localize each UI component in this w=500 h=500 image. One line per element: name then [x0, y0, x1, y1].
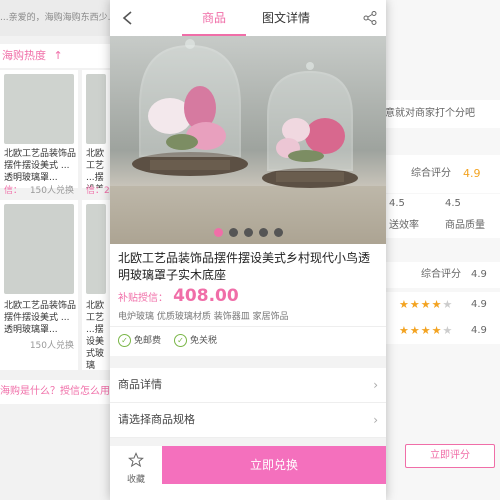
sort-arrow-icon[interactable]: ↑: [54, 49, 63, 62]
list-item-title: 北欧工艺 ...摆设美式玻璃罩...: [86, 301, 105, 370]
star-rating-icon: ★★★★★: [399, 298, 454, 311]
list-item[interactable]: 信：2: [82, 75, 110, 195]
list-item[interactable]: 北欧工艺 ...摆设美式玻璃罩...: [82, 200, 110, 370]
carousel-dot[interactable]: [243, 228, 253, 237]
background-list-screen: ...亲爱的，海购海购东西少... 海购热度 ↑ 北欧工艺品装饰品摆件摆设美式 …: [0, 0, 110, 500]
overall-score-label: 综合评分: [421, 269, 461, 280]
rating-prompt: 意就对商家打个分吧: [385, 100, 500, 128]
section-title: 海购热度 ↑: [0, 44, 110, 68]
background-rating-screen: 意就对商家打个分吧 综合评分 4.9 4.5 送效率 4.5 商品质量 综合评分…: [385, 0, 500, 500]
favorite-label: 收藏: [126, 475, 145, 485]
select-spec-label: 请选择商品规格: [118, 413, 195, 426]
carousel-dot[interactable]: [273, 228, 283, 237]
carousel-dot[interactable]: [228, 228, 238, 237]
tab-product[interactable]: 商品: [182, 0, 246, 36]
favorite-button[interactable]: 收藏: [110, 446, 162, 500]
sub-scores: 4.5 送效率 4.5 商品质量: [385, 194, 500, 238]
share-icon[interactable]: [362, 10, 378, 26]
list-item[interactable]: 北欧工艺品装饰品摆件摆设美式 ...透明玻璃罩... 150人兑换: [0, 200, 78, 370]
product-tags: 电炉玻璃 优质玻璃材质 装饰器皿 家居饰品: [118, 312, 289, 322]
product-image-carousel[interactable]: [110, 36, 386, 244]
product-details-row[interactable]: 商品详情 ›: [110, 368, 386, 403]
overall-score-row-2: 综合评分 4.9: [385, 262, 500, 288]
section-title-label: 海购热度: [2, 49, 46, 62]
overall-score-row: 综合评分 4.9: [385, 155, 500, 193]
carousel-dot[interactable]: [213, 228, 223, 237]
carousel-dot[interactable]: [258, 228, 268, 237]
overall-score-label: 综合评分: [411, 168, 451, 179]
sub-score-label: 商品质量: [445, 220, 485, 231]
list-item-price: 信：: [4, 186, 23, 195]
star-rating-score: 4.9: [471, 299, 487, 310]
section-divider: [110, 356, 386, 368]
check-circle-icon: ✓: [118, 334, 131, 347]
star-rating-row[interactable]: ★★★★★ 4.9: [385, 318, 500, 344]
section-divider: [110, 438, 386, 446]
service-label: 免邮费: [134, 336, 162, 346]
rate-now-button[interactable]: 立即评分: [405, 444, 495, 468]
sub-score-value: 4.5: [389, 198, 405, 209]
overall-score-value: 4.9: [471, 269, 487, 280]
sub-score-label: 送效率: [389, 220, 419, 231]
redeem-now-button[interactable]: 立即兑换: [162, 446, 386, 484]
list-item-count: 150人兑换: [29, 341, 74, 351]
product-title: 北欧工艺品装饰品摆件摆设美式乡村现代小鸟透明玻璃罩子实木底座: [118, 251, 371, 282]
product-detail-screen: 商品 图文详情 北欧工艺品装饰品摆件摆设美式乡村现代小鸟透明玻璃罩子实木底座 补…: [110, 0, 386, 500]
service-free-shipping: ✓ 免邮费: [118, 333, 161, 347]
tab-graphic-details-label: 图文详情: [261, 11, 310, 25]
tab-graphic-details[interactable]: 图文详情: [254, 0, 318, 36]
carousel-indicators: [110, 222, 386, 241]
list-item-title: 北欧工艺品装饰品摆件摆设美式 ...透明玻璃罩...: [4, 301, 77, 335]
service-label: 免关税: [190, 336, 218, 346]
announcement-text: ...亲爱的，海购海购东西少...: [0, 0, 110, 36]
select-spec-row[interactable]: 请选择商品规格 ›: [110, 403, 386, 438]
star-rating-row[interactable]: ★★★★★ 4.9: [385, 292, 500, 318]
product-details-label: 商品详情: [118, 378, 162, 391]
check-circle-icon: ✓: [174, 334, 187, 347]
star-outline-icon: [128, 452, 144, 468]
service-tax-free: ✓ 免关税: [174, 333, 217, 347]
sub-score-value: 4.5: [445, 198, 461, 209]
top-nav-bar: 商品 图文详情: [110, 0, 386, 37]
chevron-right-icon: ›: [373, 378, 378, 392]
chevron-right-icon: ›: [373, 413, 378, 427]
list-item[interactable]: 信： 150人兑换: [0, 75, 78, 195]
product-photo: [110, 39, 386, 244]
faq-link[interactable]: 海购是什么？授信怎么用: [0, 380, 110, 404]
tab-product-label: 商品: [201, 11, 226, 25]
back-arrow-icon[interactable]: [118, 8, 138, 28]
price-row: 补贴授信： 408.00: [118, 286, 239, 306]
star-rating-icon: ★★★★★: [399, 324, 454, 337]
price-label: 补贴授信：: [118, 293, 168, 304]
list-item-price: 信：2: [86, 186, 110, 195]
list-item-count: 150人兑换: [29, 186, 74, 195]
star-rating-score: 4.9: [471, 325, 487, 336]
price-value: 408.00: [173, 286, 239, 306]
overall-score-value: 4.9: [463, 167, 481, 180]
